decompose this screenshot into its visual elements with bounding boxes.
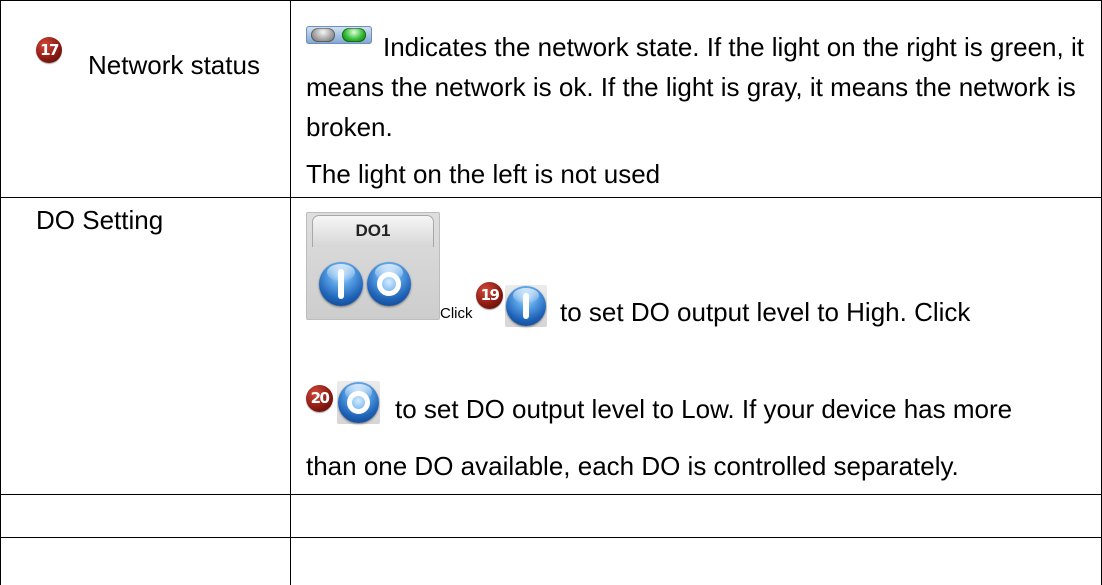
left-light-gray-icon <box>311 28 335 42</box>
do-low-icon-tile <box>337 381 380 424</box>
item-cell <box>1 538 291 585</box>
callout-badge-17: 17 <box>36 37 62 63</box>
item-cell: DO Setting <box>1 198 291 494</box>
description-cell: Indicates the network state. If the ligh… <box>291 1 1101 197</box>
do-high-description: to set DO output level to High. Click <box>560 297 971 327</box>
table-row-do-setting: DO Setting DO1 Click 19 to set DO output… <box>1 197 1101 494</box>
table-row-network-status: 17 Network status Indicates the network … <box>1 0 1101 197</box>
item-label-network-status: Network status <box>88 50 260 80</box>
do-panel-header: DO1 <box>312 215 434 247</box>
off-ring-glyph <box>376 271 402 297</box>
do-low-button-icon <box>338 382 379 423</box>
do-low-description-line: than one DO available, each DO is contro… <box>306 451 959 481</box>
do1-control-panel-image: DO1 <box>306 212 440 320</box>
do-high-icon-tile <box>505 285 547 327</box>
callout-badge-20: 20 <box>306 385 333 412</box>
item-label-do-setting: DO Setting <box>36 205 164 235</box>
description-line: broken. <box>306 112 393 142</box>
feature-table: 17 Network status Indicates the network … <box>0 0 1102 585</box>
description-cell: DO1 Click 19 to set DO output level to H… <box>291 198 1101 494</box>
item-cell: 17 Network status <box>1 1 291 197</box>
on-bar-glyph <box>337 269 345 299</box>
on-bar-glyph <box>523 292 529 320</box>
click-caption: Click <box>440 305 473 322</box>
do-high-button-icon <box>319 262 363 306</box>
right-light-green-icon <box>342 28 366 42</box>
description-line: means the network is ok. If the light is… <box>306 72 1076 102</box>
description-cell <box>291 495 1101 537</box>
callout-badge-19: 19 <box>476 282 503 309</box>
do-low-description-line: to set DO output level to Low. If your d… <box>395 394 1013 424</box>
do-panel-title: DO1 <box>355 221 391 240</box>
table-row-empty <box>1 494 1101 537</box>
description-cell <box>291 538 1101 585</box>
do-low-button-icon <box>367 262 411 306</box>
off-ring-glyph <box>347 391 370 414</box>
description-line: Indicates the network state. If the ligh… <box>383 32 1084 62</box>
item-cell <box>1 495 291 537</box>
do-high-button-icon <box>506 286 546 326</box>
table-row-empty <box>1 537 1101 585</box>
network-status-lights-icon <box>306 26 372 44</box>
description-note: The light on the left is not used <box>306 159 661 189</box>
